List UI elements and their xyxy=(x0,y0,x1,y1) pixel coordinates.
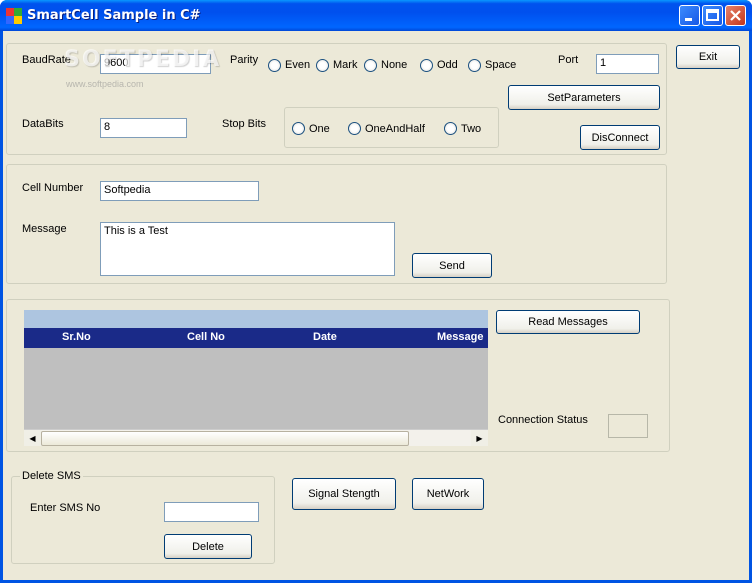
parity-even-label: Even xyxy=(285,59,311,71)
port-label: Port xyxy=(558,54,579,66)
message-label: Message xyxy=(22,223,67,235)
grid-col-srno[interactable]: Sr.No xyxy=(62,331,91,343)
read-messages-button[interactable]: Read Messages xyxy=(496,310,640,334)
cell-number-label: Cell Number xyxy=(22,182,84,194)
set-parameters-button[interactable]: SetParameters xyxy=(508,85,660,110)
grid-col-message[interactable]: Message xyxy=(437,331,483,343)
title-bar: SmartCell Sample in C# xyxy=(0,0,752,31)
grid-col-cellno[interactable]: Cell No xyxy=(187,331,225,343)
watermark-sub: www.softpedia.com xyxy=(66,79,144,89)
cell-number-field[interactable]: Softpedia xyxy=(100,181,259,201)
grid-col-date[interactable]: Date xyxy=(313,331,337,343)
stopbits-label: Stop Bits xyxy=(222,118,267,130)
horizontal-scrollbar[interactable]: ◀ ▶ xyxy=(24,429,488,446)
messages-grid[interactable]: Sr.No Cell No Date Message ◀ ▶ xyxy=(24,310,488,446)
sms-number-field[interactable] xyxy=(164,502,259,522)
parity-odd-label: Odd xyxy=(437,59,458,71)
grid-caption-bar xyxy=(24,310,488,328)
send-label: Send xyxy=(439,259,465,272)
databits-label: DataBits xyxy=(22,118,64,130)
enter-sms-label: Enter SMS No xyxy=(30,502,101,514)
disconnect-label: DisConnect xyxy=(591,131,649,144)
parity-space-label: Space xyxy=(485,59,517,71)
signal-strength-button[interactable]: Signal Stength xyxy=(292,478,396,510)
close-button[interactable] xyxy=(725,5,746,26)
stopbits-two-radio[interactable] xyxy=(444,122,457,135)
grid-header: Sr.No Cell No Date Message xyxy=(24,328,488,348)
disconnect-button[interactable]: DisConnect xyxy=(580,125,660,150)
app-icon xyxy=(6,8,22,24)
databits-field[interactable]: 8 xyxy=(100,118,187,138)
parity-none-radio[interactable] xyxy=(364,59,377,72)
parity-mark-radio[interactable] xyxy=(316,59,329,72)
scroll-right-icon[interactable]: ▶ xyxy=(471,430,488,446)
parity-odd-radio[interactable] xyxy=(420,59,433,72)
stopbits-oneandhalf-label: OneAndHalf xyxy=(365,123,425,135)
parity-mark-label: Mark xyxy=(333,59,358,71)
message-textarea[interactable]: This is a Test xyxy=(100,222,395,276)
read-messages-label: Read Messages xyxy=(528,316,608,328)
set-parameters-label: SetParameters xyxy=(547,91,621,104)
parity-space-radio[interactable] xyxy=(468,59,481,72)
network-button[interactable]: NetWork xyxy=(412,478,484,510)
exit-label: Exit xyxy=(698,51,718,63)
watermark: SOFTPEDIA xyxy=(64,47,222,72)
maximize-icon xyxy=(706,9,719,21)
maximize-button[interactable] xyxy=(702,5,723,26)
signal-strength-label: Signal Stength xyxy=(308,488,380,500)
parity-label: Parity xyxy=(230,54,259,66)
delete-sms-legend: Delete SMS xyxy=(20,470,83,482)
exit-button[interactable]: Exit xyxy=(676,45,740,69)
parity-none-label: None xyxy=(381,59,408,71)
stopbits-oneandhalf-radio[interactable] xyxy=(348,122,361,135)
network-label: NetWork xyxy=(426,488,470,500)
connection-status-label: Connection Status xyxy=(498,414,588,426)
port-field[interactable]: 1 xyxy=(596,54,659,74)
stopbits-one-radio[interactable] xyxy=(292,122,305,135)
close-icon xyxy=(730,10,741,21)
connection-status-indicator xyxy=(608,414,648,438)
window-title: SmartCell Sample in C# xyxy=(27,8,201,23)
delete-label: Delete xyxy=(192,540,224,553)
minimize-button[interactable] xyxy=(679,5,700,26)
delete-button[interactable]: Delete xyxy=(164,534,252,559)
minimize-icon xyxy=(685,18,692,21)
stopbits-one-label: One xyxy=(309,123,330,135)
stopbits-two-label: Two xyxy=(461,123,482,135)
parity-even-radio[interactable] xyxy=(268,59,281,72)
scroll-left-icon[interactable]: ◀ xyxy=(24,430,41,446)
send-button[interactable]: Send xyxy=(412,253,492,278)
scroll-thumb[interactable] xyxy=(41,431,409,446)
